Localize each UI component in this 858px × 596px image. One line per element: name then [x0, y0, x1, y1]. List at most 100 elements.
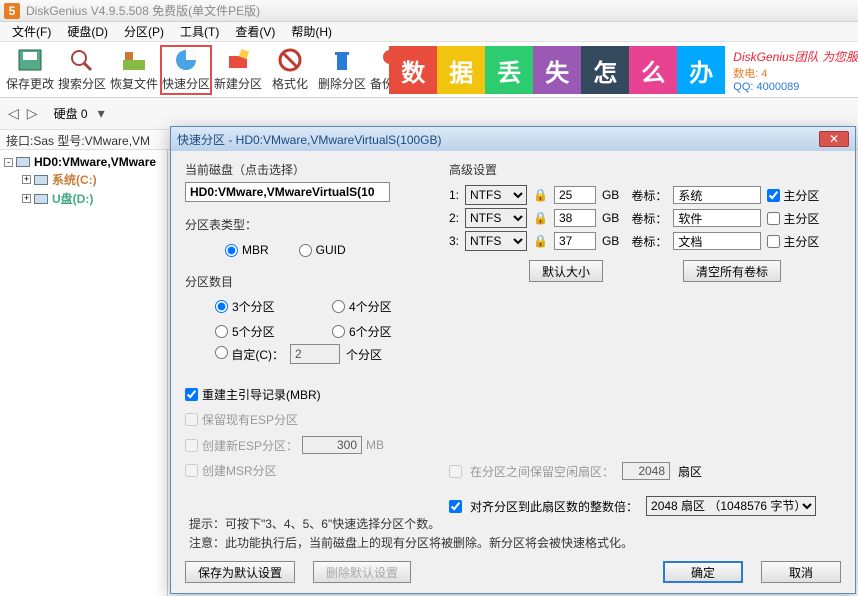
- radio-6[interactable]: 6个分区: [332, 323, 425, 340]
- tool-save[interactable]: 保存更改: [4, 45, 56, 95]
- nav-next-icon[interactable]: ▷: [23, 105, 42, 122]
- tool-restore[interactable]: 恢复文件: [108, 45, 160, 95]
- align-select[interactable]: 2048 扇区 （1048576 字节）: [646, 496, 816, 516]
- format-icon: [276, 47, 304, 73]
- tree-panel: - HD0:VMware,VMware + 系统(C:) + U盘(D:): [0, 150, 168, 596]
- menu-bar: 文件(F) 硬盘(D) 分区(P) 工具(T) 查看(V) 帮助(H): [0, 22, 858, 42]
- restore-icon: [120, 47, 148, 73]
- menu-partition[interactable]: 分区(P): [116, 21, 172, 42]
- drive-icon: [34, 175, 48, 185]
- title-bar: 5 DiskGenius V4.9.5.508 免费版(单文件PE版): [0, 0, 858, 22]
- toolbar: 保存更改 搜索分区 恢复文件 快速分区 新建分区 格式化 删除分区 备份分区 数…: [0, 42, 858, 98]
- menu-file[interactable]: 文件(F): [4, 21, 59, 42]
- radio-guid[interactable]: GUID: [299, 243, 346, 257]
- banner-tile: 怎: [581, 46, 629, 94]
- chk-align[interactable]: [449, 500, 462, 513]
- primary-checkbox[interactable]: 主分区: [767, 210, 819, 227]
- quick-partition-icon: [172, 47, 200, 73]
- menu-help[interactable]: 帮助(H): [283, 21, 340, 42]
- banner-tile: 丢: [485, 46, 533, 94]
- tool-format[interactable]: 格式化: [264, 45, 316, 95]
- current-disk-label: 当前磁盘（点击选择）: [185, 161, 425, 178]
- volume-label-input[interactable]: [673, 186, 761, 204]
- banner-tile: 数: [389, 46, 437, 94]
- tool-new-partition[interactable]: 新建分区: [212, 45, 264, 95]
- fs-select[interactable]: NTFS: [465, 185, 527, 205]
- tree-child-c[interactable]: + 系统(C:): [2, 170, 165, 189]
- count-label: 分区数目: [185, 273, 425, 290]
- app-title: DiskGenius V4.9.5.508 免费版(单文件PE版): [26, 2, 260, 19]
- lock-icon[interactable]: 🔒: [533, 211, 548, 225]
- save-default-button[interactable]: 保存为默认设置: [185, 561, 295, 583]
- table-type-label: 分区表类型：: [185, 216, 425, 233]
- banner-tile: 失: [533, 46, 581, 94]
- dialog-title-bar: 快速分区 - HD0:VMware,VMwareVirtualS(100GB) …: [171, 127, 855, 151]
- lock-icon[interactable]: 🔒: [533, 188, 548, 202]
- banner-tile: 据: [437, 46, 485, 94]
- custom-count-input[interactable]: [290, 344, 340, 364]
- banner-text: DiskGenius团队 为您服: [725, 48, 858, 65]
- adv-label: 高级设置: [449, 161, 841, 178]
- menu-disk[interactable]: 硬盘(D): [59, 21, 116, 42]
- collapse-icon[interactable]: -: [4, 158, 13, 167]
- radio-5[interactable]: 5个分区: [215, 323, 308, 340]
- lock-icon[interactable]: 🔒: [533, 234, 548, 248]
- tip1: 提示：可按下"3、4、5、6"快速选择分区个数。: [189, 515, 633, 534]
- drive-icon: [34, 194, 48, 204]
- radio-3[interactable]: 3个分区: [215, 298, 308, 315]
- menu-tools[interactable]: 工具(T): [172, 21, 227, 42]
- gap-value-input: [622, 462, 670, 480]
- ok-button[interactable]: 确定: [663, 561, 743, 583]
- primary-checkbox[interactable]: 主分区: [767, 233, 819, 250]
- disk-dropdown-icon[interactable]: ▾: [94, 105, 109, 122]
- cancel-button[interactable]: 取消: [761, 561, 841, 583]
- default-size-button[interactable]: 默认大小: [529, 260, 603, 282]
- volume-label-input[interactable]: [673, 232, 761, 250]
- radio-4[interactable]: 4个分区: [332, 298, 425, 315]
- volume-label-input[interactable]: [673, 209, 761, 227]
- esp-size-input: [302, 436, 362, 454]
- save-icon: [16, 47, 44, 73]
- new-partition-icon: [224, 47, 252, 73]
- expand-icon[interactable]: +: [22, 175, 31, 184]
- interface-info: 接口:Sas 型号:VMware,VM: [6, 134, 150, 148]
- banner-sub: 数电: 4: [725, 65, 858, 81]
- tip2: 注意：此功能执行后，当前磁盘上的现有分区将被删除。新分区将会被快速格式化。: [189, 534, 633, 553]
- app-logo-icon: 5: [4, 3, 20, 19]
- banner-tile: 么: [629, 46, 677, 94]
- delete-icon: [328, 47, 356, 73]
- fs-select[interactable]: NTFS: [465, 208, 527, 228]
- partition-row: 3:NTFS🔒GB卷标： 主分区: [449, 231, 841, 251]
- dialog-title: 快速分区 - HD0:VMware,VMwareVirtualS(100GB): [177, 131, 442, 148]
- nav-prev-icon[interactable]: ◁: [4, 105, 23, 122]
- radio-custom[interactable]: 自定(C)：: [215, 346, 284, 363]
- clear-labels-button[interactable]: 清空所有卷标: [683, 260, 781, 282]
- size-input[interactable]: [554, 186, 596, 204]
- tool-quick-partition[interactable]: 快速分区: [160, 45, 212, 95]
- tree-root[interactable]: - HD0:VMware,VMware: [2, 154, 165, 170]
- partition-row: 2:NTFS🔒GB卷标： 主分区: [449, 208, 841, 228]
- delete-default-button: 删除默认设置: [313, 561, 411, 583]
- size-input[interactable]: [554, 209, 596, 227]
- tool-delete-partition[interactable]: 删除分区: [316, 45, 368, 95]
- close-icon[interactable]: ✕: [819, 131, 849, 147]
- banner-tile: 办: [677, 46, 725, 94]
- primary-checkbox[interactable]: 主分区: [767, 187, 819, 204]
- fs-select[interactable]: NTFS: [465, 231, 527, 251]
- quick-partition-dialog: 快速分区 - HD0:VMware,VMwareVirtualS(100GB) …: [170, 126, 856, 594]
- size-input[interactable]: [554, 232, 596, 250]
- chk-keep-esp: 保留现有ESP分区: [185, 411, 425, 428]
- banner: 数据丢失怎么办 DiskGenius团队 为您服 数电: 4 QQ: 40000…: [389, 42, 858, 98]
- radio-mbr[interactable]: MBR: [225, 243, 269, 257]
- tool-search[interactable]: 搜索分区: [56, 45, 108, 95]
- menu-view[interactable]: 查看(V): [227, 21, 283, 42]
- current-disk-input[interactable]: [185, 182, 390, 202]
- chk-rebuild-mbr[interactable]: 重建主引导记录(MBR): [185, 386, 425, 403]
- tree-child-d[interactable]: + U盘(D:): [2, 189, 165, 208]
- chk-create-esp: 创建新ESP分区： MB: [185, 436, 425, 454]
- banner-qq: QQ: 4000089: [725, 81, 858, 93]
- disk-label: 硬盘 0: [54, 105, 88, 122]
- chk-gap: [449, 465, 462, 478]
- expand-icon[interactable]: +: [22, 194, 31, 203]
- search-icon: [68, 47, 96, 73]
